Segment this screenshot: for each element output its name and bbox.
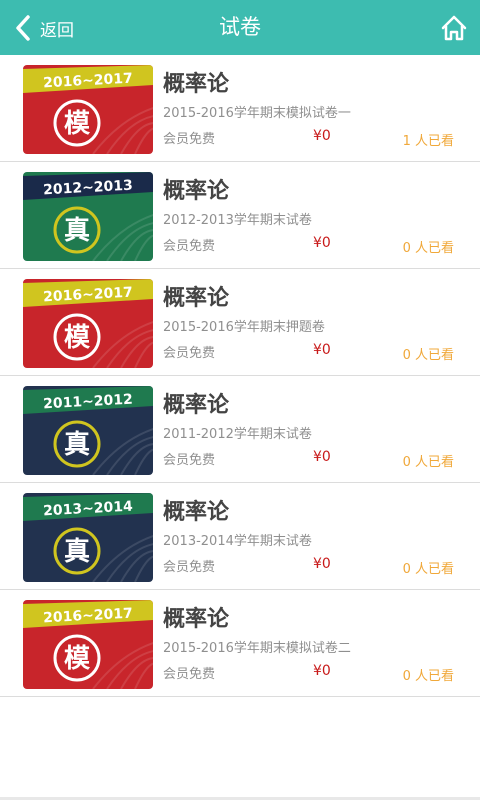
exam-list: 2016~2017 模 概率论 2015-2016学年期末模拟试卷一 会员免费 ¥… xyxy=(0,55,480,697)
view-count: 0 人已看 xyxy=(402,241,454,256)
member-free-label: 会员免费 xyxy=(163,667,216,682)
home-icon xyxy=(441,15,467,41)
exam-list-item[interactable]: 2016~2017 模 概率论 2015-2016学年期末模拟试卷一 会员免费 ¥… xyxy=(0,55,480,162)
exam-price: ¥0 xyxy=(313,128,331,144)
exam-badge-icon: 2016~2017模 xyxy=(23,600,153,689)
exam-thumbnail: 2016~2017 模 xyxy=(23,279,153,368)
exam-badge-icon: 2011~2012真 xyxy=(23,386,153,475)
chevron-left-icon xyxy=(16,15,30,41)
member-free-label: 会员免费 xyxy=(163,453,216,468)
exam-thumbnail: 2011~2012 真 xyxy=(23,386,153,475)
exam-price: ¥0 xyxy=(313,449,331,465)
exam-thumbnail: 2016~2017 模 xyxy=(23,65,153,154)
exam-subject-name: 概率论 xyxy=(163,499,230,525)
view-count: 0 人已看 xyxy=(402,348,454,363)
member-free-label: 会员免费 xyxy=(163,560,216,575)
exam-price: ¥0 xyxy=(313,556,331,572)
badge-char-label: 真 xyxy=(64,430,90,460)
exam-subject-name: 概率论 xyxy=(163,392,230,418)
exam-badge-icon: 2016~2017模 xyxy=(23,279,153,368)
member-free-label: 会员免费 xyxy=(163,346,216,361)
member-free-label: 会员免费 xyxy=(163,239,216,254)
exam-list-item[interactable]: 2012~2013 真 概率论 2012-2013学年期末试卷 会员免费 ¥0 0… xyxy=(0,162,480,269)
exam-list-item[interactable]: 2011~2012 真 概率论 2011-2012学年期末试卷 会员免费 ¥0 0… xyxy=(0,376,480,483)
member-free-label: 会员免费 xyxy=(163,132,216,147)
exam-list-item[interactable]: 2016~2017 模 概率论 2015-2016学年期末押题卷 会员免费 ¥0 … xyxy=(0,269,480,376)
view-count: 0 人已看 xyxy=(402,669,454,684)
badge-char-label: 模 xyxy=(64,323,91,353)
exam-subject-name: 概率论 xyxy=(163,606,230,632)
back-button[interactable]: 返回 xyxy=(14,12,74,44)
exam-subtitle: 2011-2012学年期末试卷 xyxy=(163,427,312,442)
view-count: 0 人已看 xyxy=(402,562,454,577)
exam-subtitle: 2015-2016学年期末押题卷 xyxy=(163,320,325,335)
exam-thumbnail: 2016~2017 模 xyxy=(23,600,153,689)
exam-subject-name: 概率论 xyxy=(163,71,230,97)
exam-price: ¥0 xyxy=(313,663,331,679)
exam-subject-name: 概率论 xyxy=(163,285,230,311)
exam-subtitle: 2015-2016学年期末模拟试卷二 xyxy=(163,641,351,656)
exam-badge-icon: 2012~2013真 xyxy=(23,172,153,261)
exam-price: ¥0 xyxy=(313,235,331,251)
view-count: 1 人已看 xyxy=(402,134,454,149)
exam-subtitle: 2013-2014学年期末试卷 xyxy=(163,534,312,549)
exam-badge-icon: 2013~2014真 xyxy=(23,493,153,582)
exam-badge-icon: 2016~2017模 xyxy=(23,65,153,154)
home-button[interactable] xyxy=(440,14,468,42)
exam-thumbnail: 2012~2013 真 xyxy=(23,172,153,261)
exam-subtitle: 2015-2016学年期末模拟试卷一 xyxy=(163,106,351,121)
exam-subtitle: 2012-2013学年期末试卷 xyxy=(163,213,312,228)
back-label: 返回 xyxy=(40,20,74,41)
badge-char-label: 真 xyxy=(64,537,90,567)
exam-subject-name: 概率论 xyxy=(163,178,230,204)
app-header: 返回 试卷 xyxy=(0,0,480,55)
exam-list-item[interactable]: 2013~2014 真 概率论 2013-2014学年期末试卷 会员免费 ¥0 0… xyxy=(0,483,480,590)
badge-char-label: 真 xyxy=(64,216,90,246)
exam-price: ¥0 xyxy=(313,342,331,358)
badge-char-label: 模 xyxy=(64,644,91,674)
exam-thumbnail: 2013~2014 真 xyxy=(23,493,153,582)
view-count: 0 人已看 xyxy=(402,455,454,470)
exam-list-item[interactable]: 2016~2017 模 概率论 2015-2016学年期末模拟试卷二 会员免费 ¥… xyxy=(0,590,480,697)
badge-char-label: 模 xyxy=(64,109,91,139)
